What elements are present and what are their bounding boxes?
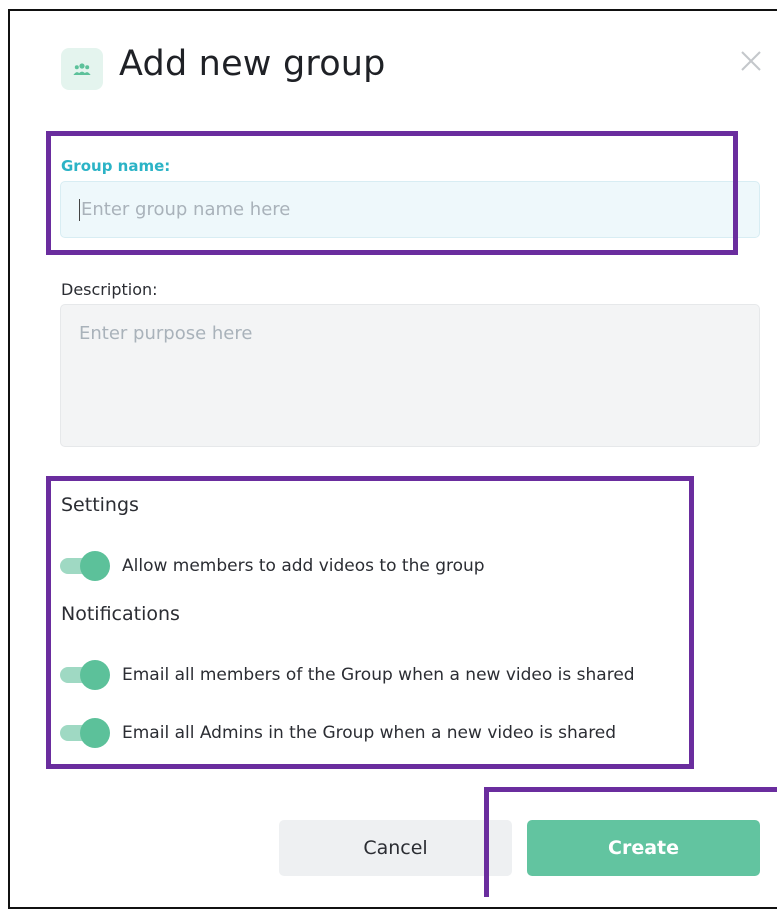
notification-row-members: Email all members of the Group when a ne… (60, 660, 635, 690)
setting-row-allow-members: Allow members to add videos to the group (60, 551, 485, 581)
toggle-knob (80, 660, 110, 690)
group-name-label: Group name: (61, 157, 171, 175)
allow-members-label: Allow members to add videos to the group (122, 556, 485, 576)
group-icon (61, 48, 103, 90)
notification-row-admins: Email all Admins in the Group when a new… (60, 718, 616, 748)
toggle-knob (80, 551, 110, 581)
email-members-label: Email all members of the Group when a ne… (122, 665, 635, 685)
email-admins-label: Email all Admins in the Group when a new… (122, 723, 617, 743)
dialog-frame (8, 9, 777, 909)
close-icon[interactable] (736, 46, 766, 76)
group-name-placeholder: Enter group name here (81, 199, 291, 220)
email-members-toggle[interactable] (60, 660, 110, 690)
cancel-button[interactable]: Cancel (279, 820, 512, 876)
notifications-heading: Notifications (61, 603, 180, 625)
group-name-input[interactable]: Enter group name here (60, 181, 760, 238)
text-caret (79, 198, 80, 221)
toggle-knob (80, 718, 110, 748)
description-label: Description: (61, 280, 158, 299)
allow-members-toggle[interactable] (60, 551, 110, 581)
dialog-title: Add new group (119, 44, 386, 84)
email-admins-toggle[interactable] (60, 718, 110, 748)
description-textarea[interactable]: Enter purpose here (60, 304, 760, 447)
settings-heading: Settings (61, 494, 139, 516)
create-button[interactable]: Create (527, 820, 760, 876)
description-placeholder: Enter purpose here (79, 323, 253, 344)
